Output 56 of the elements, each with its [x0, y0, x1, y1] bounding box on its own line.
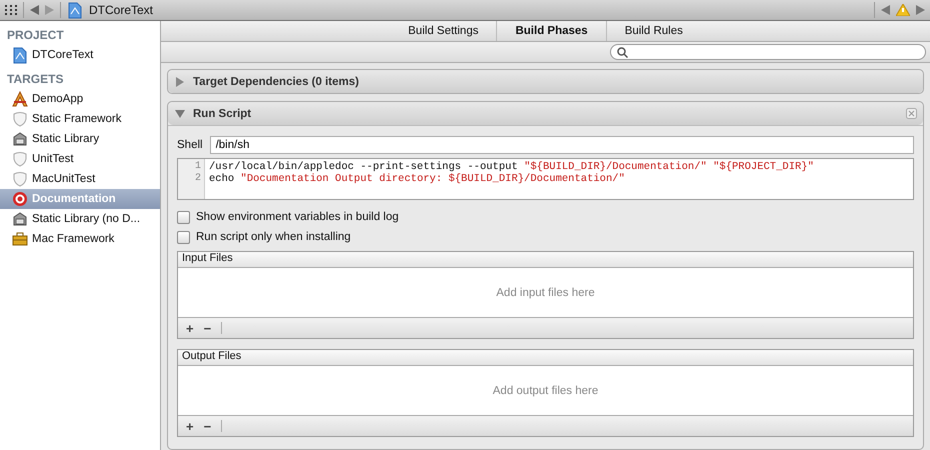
search-field[interactable]: [610, 44, 926, 60]
section-heading: TARGETS: [6, 71, 64, 88]
add-button[interactable]: +: [186, 418, 194, 434]
checkbox[interactable]: [177, 230, 190, 244]
path-item[interactable]: DTCoreText: [89, 3, 154, 17]
shield-icon: [12, 110, 28, 128]
shield-icon: [12, 150, 28, 168]
document-icon: [12, 46, 28, 64]
sidebar-item[interactable]: Static Library (no D...: [0, 209, 160, 229]
forward-arrow-icon[interactable]: [45, 5, 54, 15]
checkbox-label: Show environment variables in build log: [196, 211, 399, 223]
next-issue-icon[interactable]: [916, 5, 925, 15]
search-icon: [617, 46, 628, 58]
checkbox[interactable]: [177, 210, 190, 224]
tab[interactable]: Build Phases: [497, 21, 607, 42]
empty-hint: Add output files here: [492, 384, 598, 396]
toolbox-icon: [12, 230, 28, 248]
building-icon: [12, 210, 28, 228]
list-header: Output Files: [178, 350, 913, 366]
remove-button[interactable]: −: [204, 418, 212, 434]
sidebar-item[interactable]: MacUnitTest: [0, 169, 160, 189]
sidebar-item[interactable]: DTCoreText: [0, 45, 160, 65]
close-icon[interactable]: [906, 108, 917, 119]
tab[interactable]: Build Rules: [606, 21, 701, 42]
script-editor[interactable]: 1 2 /usr/local/bin/appledoc --print-settings --output "${BUILD_DIR}/Documentation/" "${PROJECT_DIR}" echo "Documentation Output directory: ${BUILD_DIR}/Documentation/": [177, 158, 914, 200]
list-header: Input Files: [178, 252, 913, 268]
building-icon: [12, 130, 28, 148]
phase-title: Run Script: [193, 108, 252, 120]
remove-button[interactable]: −: [204, 320, 212, 336]
document-icon: [67, 2, 83, 18]
line-number: 1: [194, 161, 202, 173]
sidebar-item[interactable]: Static Framework: [0, 109, 160, 129]
back-arrow-icon[interactable]: [30, 5, 39, 15]
ruler-pencil-icon: [12, 90, 28, 108]
empty-hint: Add input files here: [496, 286, 595, 298]
add-button[interactable]: +: [186, 320, 194, 336]
sidebar-item[interactable]: Mac Framework: [0, 229, 160, 249]
previous-issue-icon[interactable]: [881, 5, 890, 15]
disclosure-closed-icon[interactable]: [175, 76, 185, 86]
sidebar-item[interactable]: DemoApp: [0, 89, 160, 109]
shield-icon: [12, 170, 28, 188]
sidebar-item[interactable]: UnitTest: [0, 149, 160, 169]
target-icon: [12, 190, 28, 208]
section-heading: PROJECT: [6, 27, 65, 44]
warning-icon[interactable]: [896, 4, 910, 16]
code-line: echo "Documentation Output directory: ${BUILD_DIR}/Documentation/": [209, 173, 626, 185]
disclosure-open-icon[interactable]: [175, 108, 185, 118]
checkbox-label: Run script only when installing: [196, 231, 351, 243]
sidebar-item[interactable]: Static Library: [0, 129, 160, 149]
code-line: /usr/local/bin/appledoc --print-settings --output "${BUILD_DIR}/Documentation/" "${PROJECT_DIR}": [209, 161, 814, 173]
field-label: Shell: [177, 139, 203, 151]
grid-icon[interactable]: [5, 5, 17, 15]
tab[interactable]: Build Settings: [390, 21, 498, 42]
line-number: 2: [194, 173, 202, 185]
shell-field[interactable]: /bin/sh: [210, 136, 914, 154]
phase-title: Target Dependencies (0 items): [193, 76, 359, 88]
